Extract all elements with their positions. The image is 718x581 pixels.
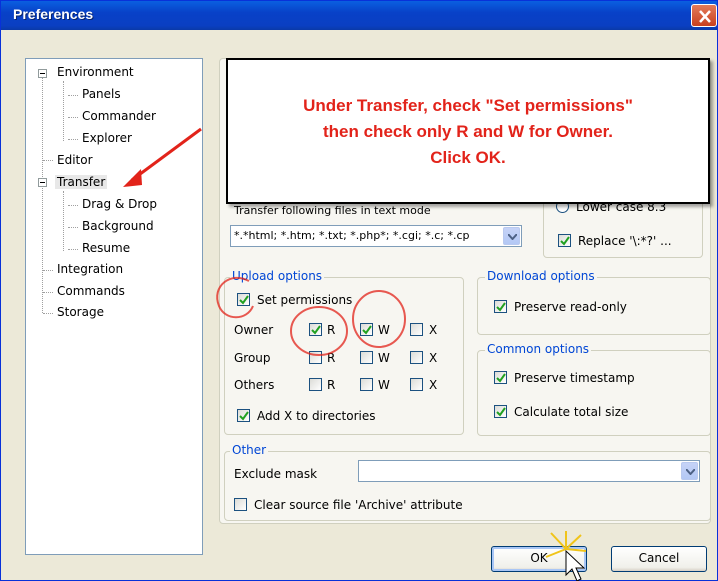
common-options-group [477, 350, 711, 436]
window-title: Preferences [13, 6, 94, 22]
set-permissions-label: Set permissions [257, 293, 353, 307]
exclude-mask-label: Exclude mask [234, 467, 318, 481]
group-x-checkbox[interactable] [410, 351, 423, 364]
cancel-button[interactable]: Cancel [611, 546, 707, 572]
preferences-tree: Environment Panels Commander Explorer Ed… [25, 58, 203, 555]
text-mode-label: Transfer following files in text mode [234, 204, 431, 217]
text-mode-mask-combo[interactable]: *.*html; *.htm; *.txt; *.php*; *.cgi; *.… [230, 225, 522, 247]
add-x-checkbox[interactable] [237, 409, 250, 422]
tree-item-commander[interactable]: Commander [82, 109, 156, 123]
tree-item-background[interactable]: Background [82, 219, 154, 233]
common-options-title: Common options [485, 342, 592, 356]
clear-archive-label: Clear source file 'Archive' attribute [254, 498, 463, 512]
owner-x-label: X [429, 323, 438, 337]
upload-options-title: Upload options [230, 269, 325, 283]
combo-dropdown-icon[interactable] [503, 227, 520, 245]
tree-item-integration[interactable]: Integration [57, 262, 123, 276]
others-r-label: R [327, 378, 336, 392]
group-w-label: W [378, 351, 390, 365]
owner-w-label: W [378, 323, 390, 337]
owner-r-label: R [327, 323, 336, 337]
tree-item-transfer[interactable]: Transfer [55, 175, 108, 189]
tree-item-storage[interactable]: Storage [57, 305, 104, 319]
callout-line-3: Click OK. [430, 148, 506, 167]
tree-item-drag-drop[interactable]: Drag & Drop [82, 197, 157, 211]
transfer-expander-icon[interactable] [38, 178, 47, 187]
environment-expander-icon[interactable] [38, 69, 47, 78]
add-x-label: Add X to directories [257, 409, 376, 423]
tree-item-explorer[interactable]: Explorer [82, 131, 132, 145]
preferences-window: Preferences Environment Panels Commander… [0, 0, 718, 581]
calc-size-checkbox[interactable] [494, 405, 507, 418]
tree-item-environment[interactable]: Environment [57, 65, 134, 79]
set-permissions-checkbox[interactable] [237, 293, 250, 306]
combo-dropdown-icon[interactable] [681, 462, 698, 480]
tree-item-resume[interactable]: Resume [82, 241, 130, 255]
owner-label: Owner [234, 323, 274, 337]
close-button[interactable] [691, 4, 717, 27]
replace-checkbox[interactable] [558, 234, 571, 247]
calc-size-label: Calculate total size [514, 405, 629, 419]
callout-line-1: Under Transfer, check "Set permissions" [303, 96, 633, 115]
ok-button[interactable]: OK [491, 546, 587, 572]
download-options-title: Download options [485, 269, 597, 283]
others-w-checkbox[interactable] [360, 378, 373, 391]
group-w-checkbox[interactable] [360, 351, 373, 364]
tree-item-panels[interactable]: Panels [82, 87, 121, 101]
callout-line-2: then check only R and W for Owner. [323, 122, 613, 141]
others-r-checkbox[interactable] [309, 378, 322, 391]
owner-x-checkbox[interactable] [410, 323, 423, 336]
others-w-label: W [378, 378, 390, 392]
other-title: Other [230, 443, 269, 457]
preserve-readonly-checkbox[interactable] [494, 300, 507, 313]
preserve-readonly-label: Preserve read-only [514, 300, 627, 314]
others-label: Others [234, 378, 275, 392]
owner-r-checkbox[interactable] [309, 323, 322, 336]
others-x-label: X [429, 378, 438, 392]
group-label: Group [234, 351, 271, 365]
owner-w-checkbox[interactable] [360, 323, 373, 336]
others-x-checkbox[interactable] [410, 378, 423, 391]
replace-label: Replace '\:*?' ... [578, 234, 672, 248]
tree-item-commands[interactable]: Commands [57, 284, 125, 298]
text-mode-mask-value: *.*html; *.htm; *.txt; *.php*; *.cgi; *.… [234, 229, 470, 242]
instruction-callout: Under Transfer, check "Set permissions" … [226, 58, 710, 204]
tree-item-editor[interactable]: Editor [57, 153, 93, 167]
preserve-timestamp-checkbox[interactable] [494, 371, 507, 384]
close-icon [699, 10, 711, 23]
group-r-label: R [327, 351, 336, 365]
title-bar: Preferences [1, 1, 717, 30]
clear-archive-checkbox[interactable] [234, 498, 247, 511]
exclude-mask-combo[interactable] [358, 460, 700, 482]
group-x-label: X [429, 351, 438, 365]
preserve-timestamp-label: Preserve timestamp [514, 371, 635, 385]
group-r-checkbox[interactable] [309, 351, 322, 364]
